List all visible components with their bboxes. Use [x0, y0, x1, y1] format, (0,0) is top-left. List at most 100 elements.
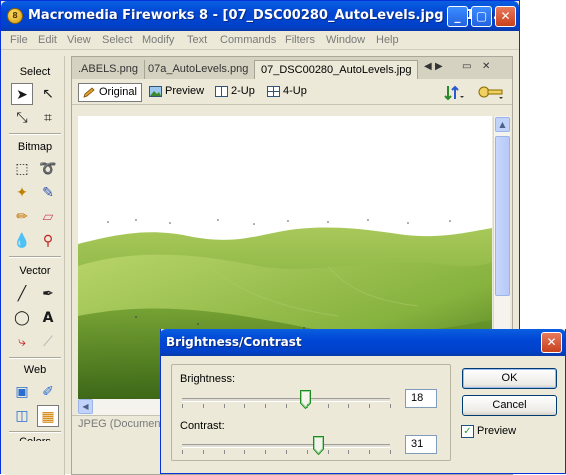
slider-tick: [202, 404, 204, 408]
menu-filters[interactable]: Filters: [285, 34, 315, 46]
menu-help[interactable]: Help: [376, 34, 399, 46]
view-original-button[interactable]: Original: [78, 83, 142, 102]
pencil-icon: [83, 87, 96, 98]
maximize-button[interactable]: ▢: [471, 6, 492, 27]
pointer-tool[interactable]: ➤: [11, 83, 33, 105]
menu-text[interactable]: Text: [187, 34, 207, 46]
fireworks-app-icon: 8: [7, 8, 23, 24]
slider-tick: [223, 404, 225, 408]
view-4up-button[interactable]: 4-Up: [263, 83, 311, 102]
view-2up-button[interactable]: 2-Up: [211, 83, 259, 102]
export-arrows-icon[interactable]: [444, 85, 464, 101]
knife-tool[interactable]: ⟋: [37, 331, 59, 353]
brightness-label: Brightness:: [180, 373, 236, 385]
contrast-slider-track[interactable]: [182, 444, 390, 448]
slider-tick: [348, 450, 350, 454]
preview-label: Preview: [477, 425, 517, 437]
slider-tick: [390, 404, 391, 408]
slider-tick: [202, 450, 204, 454]
dialog-title-bar[interactable]: Brightness/Contrast ✕: [160, 329, 566, 356]
scale-tool[interactable]: ⤡: [11, 107, 33, 129]
menu-select[interactable]: Select: [102, 34, 133, 46]
tab-scroll-right-icon[interactable]: ▶: [435, 61, 443, 72]
slider-tick: [327, 450, 329, 454]
quick-export-key-icon[interactable]: [478, 84, 506, 102]
tab-autolevels-png[interactable]: 07a_AutoLevels.png: [142, 60, 256, 79]
marquee-tool[interactable]: ⬚: [11, 158, 33, 180]
brightness-slider-thumb[interactable]: [299, 390, 311, 410]
slider-tick: [265, 404, 267, 408]
tab-autolevels-jpg[interactable]: 07_DSC00280_AutoLevels.jpg: [254, 60, 419, 79]
dialog-close-button[interactable]: ✕: [541, 332, 562, 353]
slider-tick: [286, 404, 287, 408]
minimize-button[interactable]: _: [447, 6, 468, 27]
close-button[interactable]: ✕: [495, 6, 516, 27]
crop-tool[interactable]: ⌗: [37, 107, 59, 129]
pencil-tool[interactable]: ✏: [11, 206, 33, 228]
hotspot-tool[interactable]: ▣: [11, 381, 33, 403]
contrast-slider-thumb[interactable]: [313, 436, 325, 456]
tools-separator: [9, 431, 61, 433]
view-preview-label: Preview: [165, 85, 205, 97]
title-bar[interactable]: 8 Macromedia Fireworks 8 - [07_DSC00280_…: [1, 1, 519, 31]
menu-modify[interactable]: Modify: [142, 34, 174, 46]
menu-edit[interactable]: Edit: [38, 34, 57, 46]
lasso-tool[interactable]: ➰: [37, 158, 59, 180]
slider-tick: [223, 450, 225, 454]
rubber-stamp-tool[interactable]: ⚲: [37, 230, 59, 252]
view-preview-button[interactable]: Preview: [145, 83, 208, 102]
slider-tick: [244, 404, 246, 408]
cancel-button[interactable]: Cancel: [462, 395, 557, 416]
freeform-tool[interactable]: ⤷: [11, 331, 33, 353]
menu-file[interactable]: File: [10, 34, 28, 46]
scroll-thumb[interactable]: [495, 136, 510, 296]
tools-section-web: Web: [23, 364, 47, 376]
contrast-value-field[interactable]: 31: [405, 435, 437, 454]
magic-wand-tool[interactable]: ✦: [11, 182, 33, 204]
view-bar: Original Preview 2-Up 4-Up: [72, 80, 512, 105]
blur-tool[interactable]: 💧: [11, 230, 33, 252]
ok-button[interactable]: OK: [462, 368, 557, 389]
ellipse-tool[interactable]: ◯: [11, 307, 33, 329]
slider-tick: [244, 450, 246, 454]
hide-slices-icon[interactable]: ◫: [11, 405, 33, 427]
menu-window[interactable]: Window: [326, 34, 365, 46]
text-tool[interactable]: A: [37, 307, 59, 329]
brightness-slider-track[interactable]: [182, 398, 390, 402]
tab-scroll-left-icon[interactable]: ◀: [424, 61, 432, 72]
menu-view[interactable]: View: [67, 34, 91, 46]
slider-tick: [369, 450, 371, 454]
tools-section-vector: Vector: [19, 265, 51, 277]
tools-separator: [9, 357, 61, 359]
two-up-icon: [215, 86, 228, 97]
tools-separator: [9, 133, 61, 135]
subselection-tool[interactable]: ↖: [37, 83, 59, 105]
scroll-left-icon[interactable]: ◀: [78, 399, 93, 414]
brightness-value-field[interactable]: 18: [405, 389, 437, 408]
tools-separator: [9, 256, 61, 258]
scroll-up-icon[interactable]: ▲: [495, 117, 510, 132]
line-tool[interactable]: ╱: [11, 283, 33, 305]
dialog-title: Brightness/Contrast: [166, 335, 302, 349]
slider-tick: [327, 404, 329, 408]
tab-labels-png[interactable]: .ABELS.png: [72, 60, 145, 79]
close-doc-icon[interactable]: ✕: [482, 61, 490, 72]
eraser-tool[interactable]: ▱: [37, 206, 59, 228]
brush-tool[interactable]: ✎: [37, 182, 59, 204]
slider-tick: [306, 404, 308, 408]
restore-doc-icon[interactable]: ▭: [462, 61, 471, 72]
slider-tick: [306, 450, 308, 454]
slice-tool[interactable]: ✐: [37, 381, 59, 403]
tools-section-bitmap: Bitmap: [17, 141, 53, 153]
pen-tool[interactable]: ✒: [37, 283, 59, 305]
preview-checkbox[interactable]: ✓: [461, 425, 474, 438]
window-title: Macromedia Fireworks 8 - [07_DSC00280_Au…: [28, 8, 508, 23]
slider-tick: [348, 404, 350, 408]
tools-section-colors: Colors: [5, 436, 65, 441]
show-slices-icon[interactable]: ▦: [37, 405, 59, 427]
view-2up-label: 2-Up: [231, 85, 255, 97]
menu-commands[interactable]: Commands: [220, 34, 276, 46]
slider-tick: [369, 404, 371, 408]
document-tabs: .ABELS.png 07a_AutoLevels.png 07_DSC0028…: [72, 57, 512, 79]
brightness-contrast-dialog: Brightness/Contrast ✕ Brightness: 18 Con…: [160, 329, 566, 474]
